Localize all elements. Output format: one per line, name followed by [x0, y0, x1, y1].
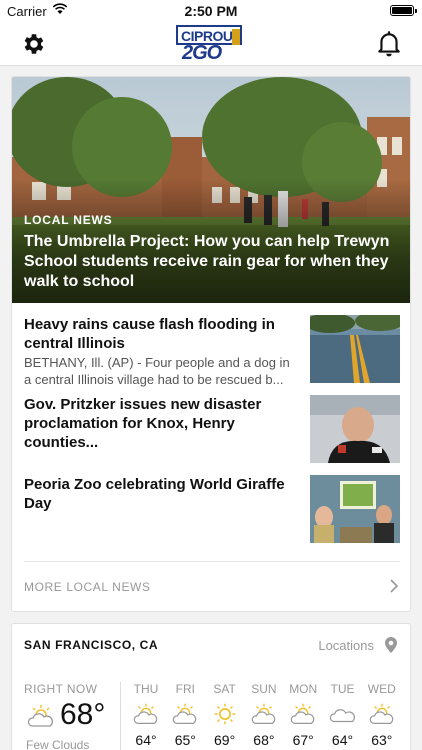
- weather-card: SAN FRANCISCO, CA Locations RIGHT NOW 68…: [11, 623, 411, 750]
- story-item[interactable]: Heavy rains cause flash flooding in cent…: [24, 315, 400, 387]
- story-title[interactable]: Heavy rains cause flash flooding in cent…: [24, 315, 298, 353]
- forecast-day-temp: 64°: [135, 732, 157, 748]
- partly-cloudy-icon: [133, 703, 158, 724]
- location-pin-icon: [385, 637, 397, 653]
- forecast-day-label: MON: [289, 682, 318, 696]
- story-title[interactable]: Gov. Pritzker issues new disaster procla…: [24, 395, 298, 452]
- hero-kicker: LOCAL NEWS: [24, 213, 113, 227]
- forecast-day-label: TUE: [330, 682, 355, 696]
- story-item[interactable]: Gov. Pritzker issues new disaster procla…: [24, 395, 400, 465]
- divider: [120, 682, 121, 750]
- forecast-day-temp: 68°: [253, 732, 275, 748]
- story-summary: BETHANY, Ill. (AP) - Four people and a d…: [24, 355, 290, 387]
- forecast-day: THU 64°: [128, 682, 164, 748]
- news-card: LOCAL NEWS The Umbrella Project: How you…: [11, 76, 411, 612]
- partly-cloudy-icon: [173, 703, 197, 724]
- flood-thumbnail: [310, 315, 400, 383]
- forecast-day-label: THU: [133, 682, 159, 696]
- locations-button[interactable]: Locations: [308, 634, 398, 656]
- zoo-thumbnail: [310, 475, 400, 543]
- current-condition: Few Clouds: [26, 738, 90, 750]
- right-now-label: RIGHT NOW: [24, 682, 98, 696]
- more-local-news-link[interactable]: MORE LOCAL NEWS: [24, 561, 400, 611]
- current-weather: RIGHT NOW 68° Few Clouds: [24, 682, 124, 750]
- forecast-day-temp: 64°: [331, 732, 354, 748]
- partly-cloudy-icon: [27, 705, 54, 727]
- partly-cloudy-icon: [369, 703, 394, 724]
- battery-icon: [390, 5, 417, 16]
- forecast-day-label: SAT: [213, 682, 236, 696]
- clock-label: 2:50 PM: [184, 3, 238, 19]
- more-local-news-label: MORE LOCAL NEWS: [24, 580, 151, 594]
- forecast-day: SUN 68°: [246, 682, 282, 748]
- nav-bar: CIPROUD 2GO: [0, 22, 422, 66]
- gear-icon[interactable]: [20, 31, 46, 57]
- locations-label: Locations: [318, 638, 374, 653]
- app-logo: CIPROUD 2GO: [176, 25, 248, 64]
- sun-icon: [214, 703, 235, 725]
- forecast-day: MON 67°: [285, 682, 321, 748]
- story-item[interactable]: Peoria Zoo celebrating World Giraffe Day: [24, 475, 400, 545]
- bell-icon[interactable]: [376, 30, 402, 58]
- chevron-right-icon: [390, 579, 399, 593]
- forecast-day: FRI 65°: [167, 682, 203, 748]
- cloud-icon: [329, 709, 355, 723]
- hero-headline[interactable]: The Umbrella Project: How you can help T…: [24, 232, 404, 292]
- forecast-day-temp: 63°: [371, 732, 393, 748]
- forecast-day-temp: 67°: [292, 732, 314, 748]
- hero-story[interactable]: LOCAL NEWS The Umbrella Project: How you…: [12, 77, 410, 303]
- current-temp: 68°: [60, 698, 106, 731]
- governor-thumbnail: [310, 395, 400, 463]
- weather-city: SAN FRANCISCO, CA: [24, 638, 159, 652]
- forecast-day-label: SUN: [251, 682, 277, 696]
- status-bar: Carrier 2:50 PM: [0, 0, 422, 22]
- forecast-day-label: FRI: [175, 682, 195, 696]
- forecast-day-label: WED: [367, 682, 396, 696]
- forecast-day: SAT 69°: [207, 682, 243, 748]
- partly-cloudy-icon: [290, 703, 315, 724]
- forecast-day-temp: 69°: [214, 732, 236, 748]
- forecast-day-temp: 65°: [174, 732, 196, 748]
- partly-cloudy-icon: [251, 703, 276, 724]
- forecast-day: WED 63°: [364, 682, 400, 748]
- story-title[interactable]: Peoria Zoo celebrating World Giraffe Day: [24, 475, 298, 513]
- forecast-day: TUE 64°: [325, 682, 361, 748]
